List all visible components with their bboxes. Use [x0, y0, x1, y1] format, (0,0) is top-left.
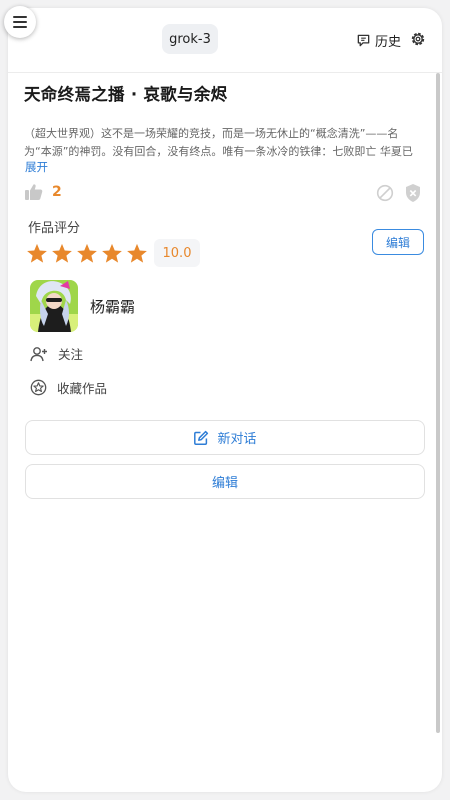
block-icon[interactable]	[376, 184, 394, 202]
add-user-icon	[30, 346, 47, 361]
star-rating[interactable]	[26, 243, 148, 264]
like-count: 2	[52, 184, 62, 200]
chat-history-icon	[357, 34, 370, 47]
history-button[interactable]: 历史	[356, 31, 401, 50]
new-chat-label: 新对话	[217, 432, 257, 447]
edit-note-icon	[194, 430, 209, 445]
like-button[interactable]: 2	[24, 183, 62, 201]
collect-icon	[30, 379, 47, 396]
star-icon	[27, 243, 47, 263]
gear-icon[interactable]	[409, 30, 427, 48]
expand-link[interactable]: 展开	[25, 159, 48, 175]
work-title: 天命终焉之播 · 哀歌与余烬	[24, 85, 228, 104]
top-bar: grok-3 历史	[8, 8, 442, 72]
star-icon	[102, 243, 122, 263]
avatar	[30, 280, 78, 332]
new-chat-button[interactable]: 新对话	[25, 420, 425, 455]
edit-label: 编辑	[211, 476, 238, 491]
collect-label: 收藏作品	[57, 381, 108, 396]
follow-label: 关注	[58, 347, 84, 362]
scrollbar[interactable]	[436, 73, 440, 733]
rating-label: 作品评分	[28, 221, 81, 236]
menu-button[interactable]	[4, 6, 36, 38]
hamburger-icon	[13, 16, 27, 28]
edit-rating-button[interactable]: 编辑	[372, 229, 424, 255]
star-icon	[52, 243, 72, 263]
work-detail: 天命终焉之播 · 哀歌与余烬 （超大世界观）这不是一场荣耀的竞技，而是一场无休止…	[8, 73, 442, 792]
collect-button[interactable]: 收藏作品	[30, 378, 107, 397]
author-name: 杨霸霸	[90, 297, 136, 316]
author-row[interactable]: 杨霸霸	[30, 280, 135, 332]
shield-report-icon[interactable]	[404, 183, 422, 203]
work-description: （超大世界观）这不是一场荣耀的竞技，而是一场无休止的“概念清洗”——名为“本源”…	[24, 127, 413, 158]
star-icon	[77, 243, 97, 263]
edit-button[interactable]: 编辑	[25, 464, 425, 499]
history-label: 历史	[375, 35, 402, 50]
rating-score: 10.0	[154, 239, 200, 267]
star-icon	[127, 243, 147, 263]
thumbs-up-icon	[25, 184, 43, 200]
model-selector[interactable]: grok-3	[162, 24, 218, 54]
follow-button[interactable]: 关注	[30, 344, 83, 363]
